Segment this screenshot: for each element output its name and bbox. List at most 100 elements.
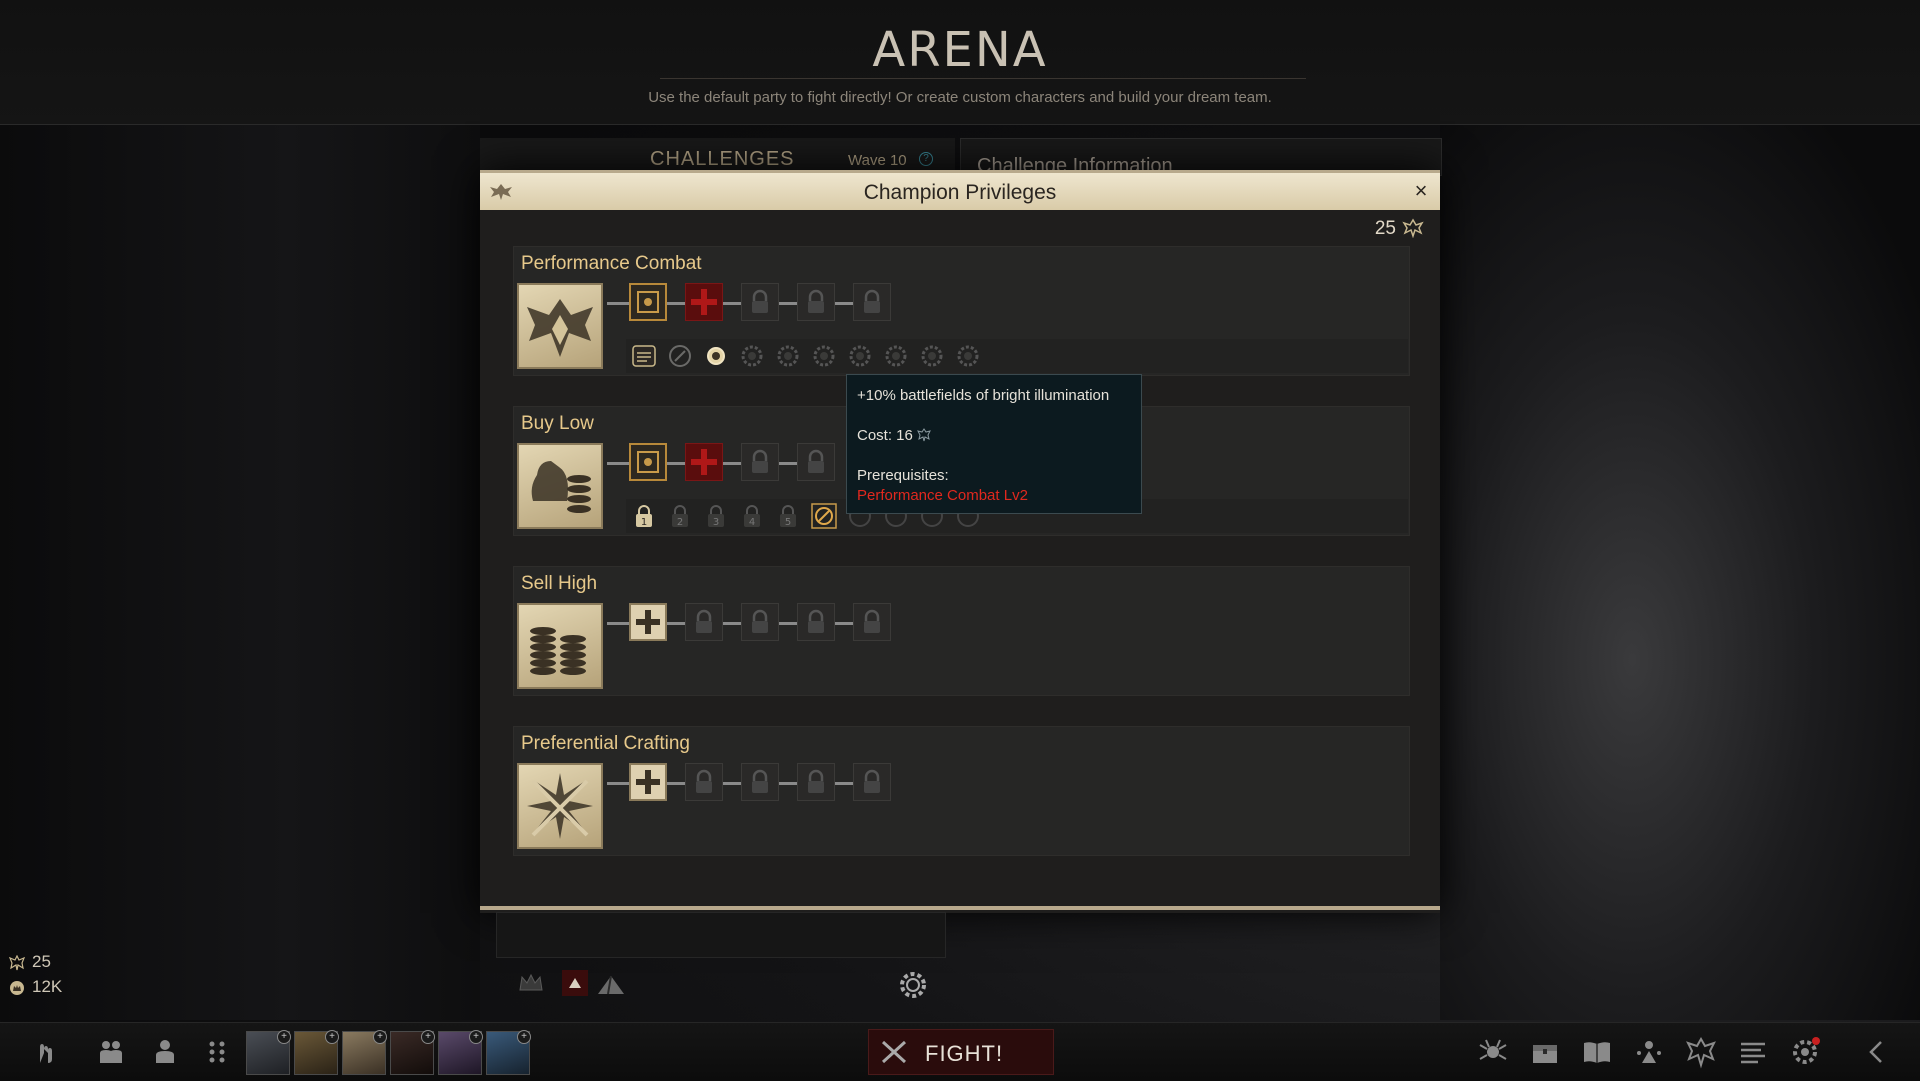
lock-icon[interactable] [853, 283, 891, 321]
coin-bag-icon [517, 443, 603, 529]
gear-icon[interactable] [738, 342, 766, 370]
privilege-node-2[interactable] [685, 443, 723, 481]
lock-icon[interactable] [741, 443, 779, 481]
section-title: Performance Combat [521, 253, 702, 274]
section-performance-combat: Performance Combat [513, 246, 1410, 376]
coin-stack-icon [517, 603, 603, 689]
gear-icon[interactable] [846, 342, 874, 370]
swirl-icon[interactable] [666, 342, 694, 370]
privilege-node-1[interactable] [629, 443, 667, 481]
lock-icon[interactable] [741, 603, 779, 641]
champion-points-resource: 25 [8, 952, 51, 972]
party-portrait-2[interactable]: + [294, 1030, 339, 1075]
tooltip-cost: Cost: 16 [857, 427, 913, 444]
lock-1-icon[interactable]: 1 [630, 502, 658, 530]
lock-5-icon[interactable]: 5 [774, 502, 802, 530]
chest-icon[interactable] [1528, 1035, 1562, 1069]
menu-lines-icon[interactable] [1736, 1035, 1770, 1069]
lock-4-icon[interactable]: 4 [738, 502, 766, 530]
spider-icon[interactable] [1476, 1035, 1510, 1069]
section-title: Buy Low [521, 413, 594, 434]
settings-icon[interactable] [1788, 1035, 1822, 1069]
tab-challenges[interactable]: CHALLENGES Wave 10 ? [480, 138, 955, 174]
party-slot-box [496, 912, 946, 958]
tent-icon[interactable] [594, 968, 628, 1002]
lock-2-icon[interactable]: 2 [666, 502, 694, 530]
svg-text:1: 1 [641, 517, 647, 528]
ritual-icon[interactable] [1632, 1035, 1666, 1069]
page-title: ARENA [872, 22, 1048, 78]
wave-label: Wave 10 [848, 152, 907, 169]
svg-text:4: 4 [749, 517, 755, 528]
privilege-node-1[interactable] [629, 283, 667, 321]
lock-icon[interactable] [853, 603, 891, 641]
privilege-node-2[interactable] [685, 283, 723, 321]
points-counter: 25 [1350, 218, 1430, 240]
champion-points-value: 25 [32, 952, 51, 971]
party-portrait-6[interactable]: + [486, 1030, 531, 1075]
chevron-left-icon[interactable] [1860, 1035, 1894, 1069]
crown-coin-icon [10, 980, 24, 995]
lock-icon[interactable] [797, 443, 835, 481]
party-portrait-3[interactable]: + [342, 1030, 387, 1075]
crown-icon[interactable] [514, 966, 548, 1000]
gear-icon[interactable] [918, 342, 946, 370]
party-portrait-4[interactable]: + [390, 1030, 435, 1075]
champion-privileges-icon[interactable] [1684, 1035, 1718, 1069]
swirl-icon[interactable] [810, 502, 838, 530]
privilege-node-1[interactable] [629, 763, 667, 801]
party-icon[interactable] [94, 1035, 128, 1069]
dialog-bottom-border [480, 906, 1440, 910]
party-portrait-1[interactable]: + [246, 1030, 291, 1075]
close-button[interactable]: × [1410, 180, 1432, 202]
section-sell-high: Sell High [513, 566, 1410, 696]
fight-label: FIGHT! [925, 1041, 1004, 1066]
svg-text:5: 5 [785, 517, 791, 528]
fight-button[interactable]: FIGHT! [868, 1029, 1054, 1075]
party-controls [496, 962, 944, 1006]
dialog-title: Champion Privileges [863, 181, 1057, 204]
lock-icon[interactable] [797, 603, 835, 641]
settings-gear-icon[interactable] [896, 968, 930, 1002]
page-header: ARENA Use the default party to fight dir… [0, 0, 1920, 125]
gear-icon[interactable] [774, 342, 802, 370]
background-art [1440, 120, 1920, 1020]
lock-icon[interactable] [685, 603, 723, 641]
sun-icon[interactable] [702, 342, 730, 370]
privilege-tooltip: +10% battlefields of bright illumination… [846, 374, 1142, 514]
hand-icon[interactable] [28, 1035, 62, 1069]
arrow-up-icon[interactable] [562, 970, 588, 996]
background-left [0, 120, 480, 1020]
crowns-resource: 12K [8, 977, 62, 997]
lock-icon[interactable] [853, 763, 891, 801]
lock-icon[interactable] [685, 763, 723, 801]
scroll-icon[interactable] [630, 342, 658, 370]
bottom-bar: + + + + + + FIGHT! [0, 1022, 1920, 1081]
page-subtitle: Use the default party to fight directly!… [648, 89, 1272, 106]
privilege-node-1[interactable] [629, 603, 667, 641]
lock-icon[interactable] [797, 763, 835, 801]
character-icon[interactable] [148, 1035, 182, 1069]
lock-3-icon[interactable]: 3 [702, 502, 730, 530]
section-preferential-crafting: Preferential Crafting [513, 726, 1410, 856]
gear-icon[interactable] [810, 342, 838, 370]
tab-challenges-label: CHALLENGES [650, 148, 795, 170]
winged-shield-icon [517, 283, 603, 369]
lock-icon[interactable] [741, 283, 779, 321]
lock-icon[interactable] [797, 283, 835, 321]
lock-icon[interactable] [741, 763, 779, 801]
gear-icon[interactable] [954, 342, 982, 370]
grid-dots-icon[interactable] [200, 1035, 234, 1069]
title-divider [660, 78, 1306, 79]
champion-point-icon [1402, 218, 1424, 238]
champion-point-icon [8, 954, 26, 970]
crossed-swords-icon [881, 1040, 907, 1064]
gear-icon[interactable] [882, 342, 910, 370]
tooltip-prereq-value: Performance Combat Lv2 [857, 487, 1028, 504]
svg-text:3: 3 [713, 517, 719, 528]
book-icon[interactable] [1580, 1035, 1614, 1069]
party-portrait-5[interactable]: + [438, 1030, 483, 1075]
champion-privileges-dialog: Champion Privileges × 25 Performance Com… [480, 170, 1440, 913]
help-icon[interactable]: ? [919, 152, 933, 166]
points-value: 25 [1374, 218, 1396, 239]
